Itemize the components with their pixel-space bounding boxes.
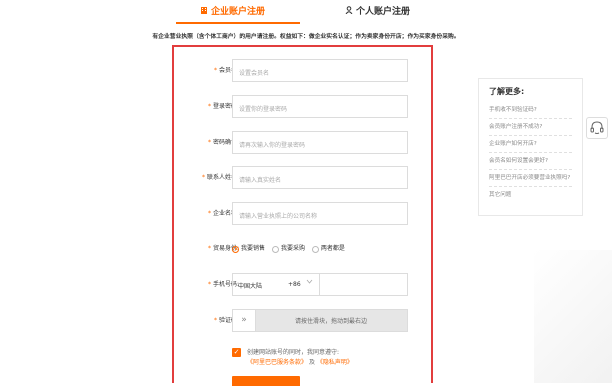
phone-region-name: 中国大陆 bbox=[238, 283, 263, 290]
password-input[interactable] bbox=[233, 99, 407, 120]
help-link-business-license[interactable]: 阿里巴巴开店必须要营业执照吗? bbox=[489, 170, 572, 187]
phone-region-code: +86 bbox=[288, 281, 301, 288]
help-link-other[interactable]: 其它问题 bbox=[489, 187, 572, 203]
service-terms-link[interactable]: 《阿里巴巴服务条款》 bbox=[247, 359, 307, 366]
building-icon bbox=[200, 6, 208, 17]
captcha-label: * 验证码: bbox=[213, 317, 239, 324]
radio-icon bbox=[311, 245, 319, 253]
account-type-tabs: 企业账户注册 个人账户注册 bbox=[0, 0, 612, 24]
radio-checked-icon bbox=[232, 245, 239, 253]
side-service-button[interactable] bbox=[586, 117, 608, 139]
help-link-no-code[interactable]: 手机收不到验证码? bbox=[489, 102, 572, 119]
contact-name-field bbox=[232, 166, 408, 191]
radio-icon bbox=[271, 245, 279, 253]
company-name-label: * 企业名称: bbox=[207, 210, 239, 217]
tab-personal-account[interactable]: 个人账户注册 bbox=[345, 4, 410, 17]
company-name-field bbox=[232, 202, 408, 227]
trade-role-label: * 贸易身份: bbox=[207, 245, 239, 252]
agreement-checkbox[interactable]: ✓ bbox=[232, 348, 241, 357]
password-confirm-input[interactable] bbox=[233, 135, 407, 156]
password-confirm-label: * 密码确认: bbox=[207, 139, 239, 146]
registration-notice: 有企业营业执照（含个体工商户）的用户请注册。权益如下：做企业实名认证；作为卖家身… bbox=[152, 34, 460, 40]
phone-number-field bbox=[320, 273, 411, 297]
registration-form: *会员名: *登录密码: *密码确认: *联系人姓名: *企业名称: *贸易身份… bbox=[172, 45, 433, 386]
phone-label: * 手机号码: bbox=[207, 281, 239, 288]
captcha-slider: » 请按住滑块，拖动到最右边 bbox=[232, 309, 408, 332]
agreement-text: 创建网站账号的同时，我同意遵守: 《阿里巴巴服务条款》 及 《隐私声明》 bbox=[247, 349, 353, 366]
password-confirm-field bbox=[232, 131, 408, 156]
slider-handle[interactable]: » bbox=[233, 310, 256, 331]
tab-company-label: 企业账户注册 bbox=[211, 7, 266, 17]
member-name-input[interactable] bbox=[233, 63, 407, 84]
trade-role-option-buy[interactable]: 我要采购 bbox=[271, 244, 305, 254]
help-panel: 了解更多: 手机收不到验证码? 会员账户注册不成功? 企业账户如何开店? 会员名… bbox=[478, 78, 583, 216]
help-link-open-store[interactable]: 企业账户如何开店? bbox=[489, 136, 572, 153]
contact-name-input[interactable] bbox=[233, 170, 407, 191]
help-title: 了解更多: bbox=[489, 87, 525, 96]
password-label: * 登录密码: bbox=[207, 103, 239, 110]
help-link-member-name[interactable]: 会员名如何设置会更好? bbox=[489, 153, 572, 170]
member-name-field bbox=[232, 59, 408, 84]
trade-role-option-sell[interactable]: 我要销售 bbox=[232, 244, 265, 254]
trade-role-options: 我要销售 我要采购 两者都是 bbox=[232, 244, 350, 257]
member-name-label: * 会员名: bbox=[213, 67, 239, 74]
trade-role-option-both[interactable]: 两者都是 bbox=[311, 244, 345, 254]
company-name-input[interactable] bbox=[233, 206, 407, 227]
slider-hint: 请按住滑块，拖动到最右边 bbox=[294, 318, 367, 325]
person-icon bbox=[345, 6, 353, 17]
phone-region-select[interactable]: 中国大陆 +86 bbox=[232, 273, 320, 296]
active-tab-indicator bbox=[176, 22, 300, 24]
agreement: ✓ 创建网站账号的同时，我同意遵守: 《阿里巴巴服务条款》 及 《隐私声明》 bbox=[232, 348, 392, 368]
chevron-down-icon bbox=[306, 278, 313, 287]
password-field bbox=[232, 95, 408, 120]
background-shade bbox=[534, 250, 612, 383]
customer-service-icon bbox=[590, 121, 604, 134]
privacy-statement-link[interactable]: 《隐私声明》 bbox=[317, 359, 353, 366]
contact-name-label: * 联系人姓名: bbox=[201, 174, 239, 181]
help-link-register-failed[interactable]: 会员账户注册不成功? bbox=[489, 119, 572, 136]
phone-number-input[interactable] bbox=[320, 274, 411, 297]
tab-company-account[interactable]: 企业账户注册 bbox=[200, 4, 265, 17]
submit-button[interactable] bbox=[232, 376, 300, 386]
tab-personal-label: 个人账户注册 bbox=[356, 7, 411, 17]
